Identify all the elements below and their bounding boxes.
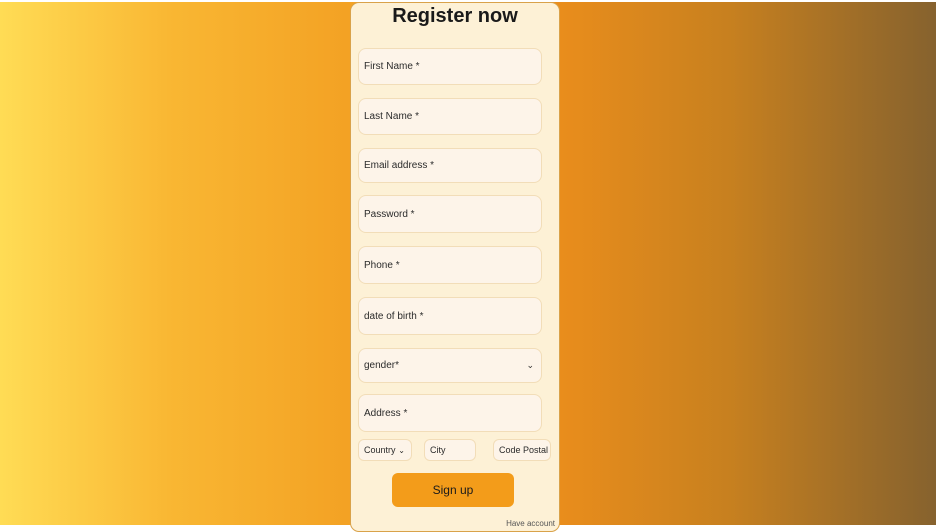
gender-label: gender* — [364, 360, 400, 371]
first-name-label: First Name * — [364, 61, 420, 72]
password-label: Password * — [364, 208, 415, 220]
first-name-field[interactable]: First Name * — [358, 48, 542, 85]
email-field[interactable]: Email address * — [358, 148, 542, 183]
postal-code-label: Code Postal — [499, 445, 549, 455]
postal-code-field[interactable]: Code Postal — [493, 439, 551, 461]
password-field[interactable]: Password * — [358, 195, 542, 233]
address-label: Address * — [364, 407, 408, 419]
chevron-down-icon: ⌄ — [398, 445, 405, 455]
address-field[interactable]: Address * — [358, 394, 542, 432]
last-name-label: Last Name * — [364, 111, 420, 122]
register-card: Register now First Name * Last Name * Em… — [350, 2, 560, 532]
gender-select[interactable]: gender* ⌄ — [358, 348, 542, 383]
sign-up-button[interactable]: Sign up — [392, 473, 514, 507]
country-label: Country — [364, 445, 396, 455]
country-select[interactable]: Country ⌄ — [358, 439, 412, 461]
date-of-birth-field[interactable]: date of birth * — [358, 297, 542, 335]
phone-field[interactable]: Phone * — [358, 246, 542, 284]
page-title: Register now — [392, 5, 518, 27]
last-name-field[interactable]: Last Name * — [358, 98, 542, 135]
date-of-birth-label: date of birth * — [364, 310, 424, 322]
city-field[interactable]: City — [424, 439, 476, 461]
have-account-link[interactable]: Have account — [506, 519, 555, 528]
email-label: Email address * — [364, 160, 435, 171]
phone-label: Phone * — [364, 259, 400, 271]
city-label: City — [430, 445, 446, 455]
chevron-down-icon: ⌄ — [526, 360, 534, 370]
